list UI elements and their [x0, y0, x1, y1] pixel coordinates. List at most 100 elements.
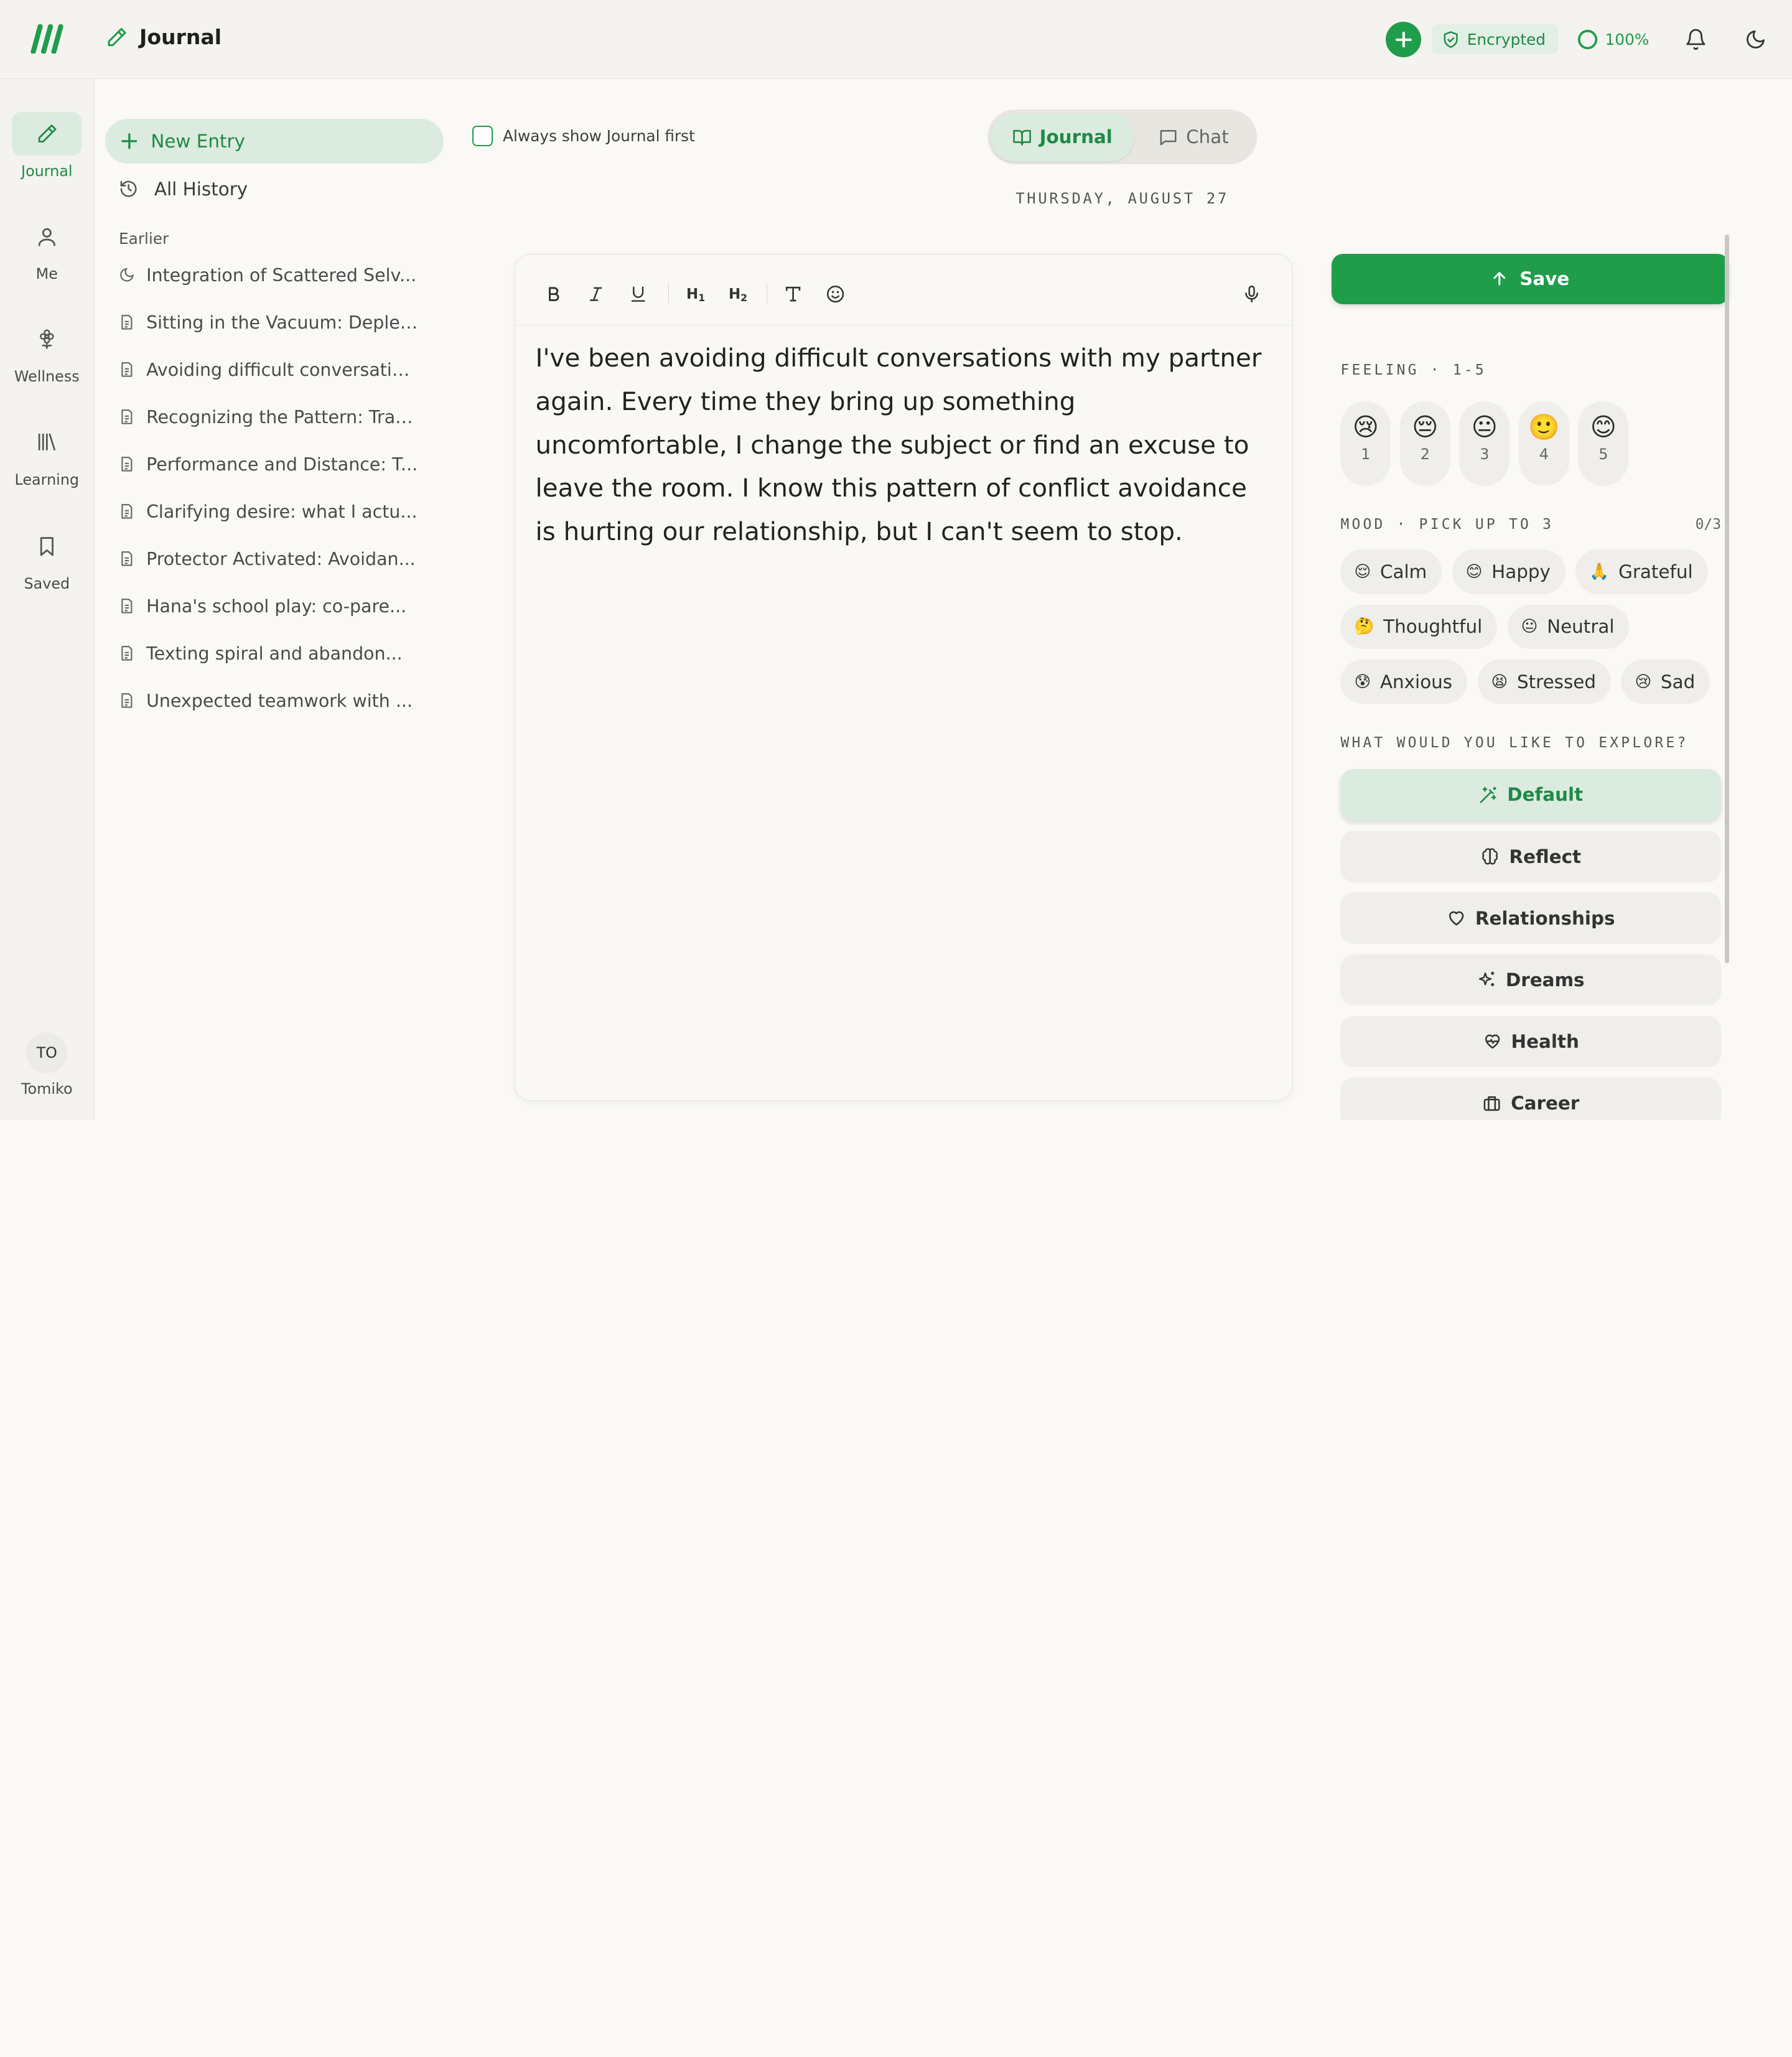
document-icon — [119, 598, 135, 614]
list-item[interactable]: Hana's school play: co-pare... — [119, 582, 427, 630]
emoji-relieved-icon: 😌 — [1354, 562, 1371, 582]
always-show-journal-toggle[interactable]: Always show Journal first — [472, 126, 695, 147]
notifications-button[interactable] — [1682, 26, 1710, 53]
mood-chip-sad[interactable]: 😢 Sad — [1621, 659, 1710, 704]
emoji-button[interactable] — [826, 281, 845, 308]
heading-2-button[interactable]: H2 — [729, 281, 747, 308]
rail-label: Me — [35, 265, 58, 283]
explore-career-button[interactable]: Career — [1340, 1077, 1722, 1120]
feeling-scale: 😢 1 😔 2 😐 3 🙂 4 😊 5 — [1340, 401, 1629, 486]
list-item[interactable]: Integration of Scattered Selv... — [119, 251, 427, 299]
panel-scrollbar[interactable] — [1724, 234, 1729, 964]
underline-button[interactable] — [629, 281, 647, 308]
shield-check-icon — [1442, 30, 1460, 49]
list-item[interactable]: Clarifying desire: what I actu... — [119, 488, 427, 535]
smiley-icon — [826, 284, 845, 304]
rail-label: Learning — [14, 470, 80, 488]
text-style-button[interactable] — [783, 281, 803, 308]
app-title-group: Journal — [105, 25, 222, 49]
dictate-button[interactable] — [1242, 281, 1261, 308]
mood-count: 0/3 — [1695, 516, 1722, 533]
heading-1-button[interactable]: H1 — [686, 281, 705, 308]
feeling-value: 5 — [1598, 445, 1608, 464]
list-item[interactable]: Avoiding difficult conversatio... — [119, 346, 427, 393]
all-history-link[interactable]: All History — [119, 179, 248, 200]
entry-title: Recognizing the Pattern: Trac... — [146, 406, 419, 427]
journal-editor: H1 H2 I've been avoiding difficult conve… — [514, 253, 1293, 1101]
rail-item-wellness[interactable]: Wellness — [0, 318, 94, 385]
italic-icon — [587, 285, 605, 303]
emoji-tired-icon: 😫 — [1491, 672, 1508, 691]
emoji-pensive-icon: 😔 — [1412, 412, 1439, 442]
all-history-label: All History — [154, 178, 248, 200]
toolbar-divider — [766, 282, 768, 304]
add-button[interactable] — [1386, 21, 1422, 57]
emoji-crying-icon: 😢 — [1635, 672, 1652, 691]
mood-chip-anxious[interactable]: 😰 Anxious — [1340, 659, 1467, 704]
underline-icon — [629, 285, 647, 303]
pencil-icon — [35, 123, 58, 146]
top-bar: Journal Encrypted 100% — [0, 0, 1792, 79]
list-item[interactable]: Protector Activated: Avoidan... — [119, 535, 427, 582]
user-name: Tomiko — [21, 1080, 73, 1098]
app-logo[interactable] — [30, 24, 64, 54]
document-icon — [119, 361, 135, 378]
explore-health-button[interactable]: Health — [1340, 1015, 1722, 1068]
emoji-pray-icon: 🙏 — [1589, 562, 1610, 582]
explore-dreams-button[interactable]: Dreams — [1340, 954, 1722, 1006]
mood-chip-calm[interactable]: 😌 Calm — [1340, 549, 1442, 595]
rail-item-learning[interactable]: Learning — [0, 421, 94, 488]
tab-chat[interactable]: Chat — [1134, 113, 1254, 161]
rail-item-me[interactable]: Me — [0, 215, 94, 282]
feeling-option-2[interactable]: 😔 2 — [1399, 401, 1450, 486]
list-item[interactable]: Sitting in the Vacuum: Deplet... — [119, 299, 427, 346]
list-item[interactable]: Unexpected teamwork with ... — [119, 677, 427, 724]
toolbar-divider — [668, 282, 670, 304]
tab-label: Journal — [1039, 126, 1113, 148]
save-button[interactable]: Save — [1331, 253, 1729, 304]
mood-chip-stressed[interactable]: 😫 Stressed — [1477, 659, 1611, 704]
feeling-option-3[interactable]: 😐 3 — [1459, 401, 1510, 486]
entries-sidebar: New Entry All History Earlier Integratio… — [95, 79, 455, 1120]
explore-reflect-button[interactable]: Reflect — [1340, 831, 1722, 882]
document-icon — [119, 456, 135, 472]
feeling-option-1[interactable]: 😢 1 — [1340, 401, 1391, 486]
theme-toggle-button[interactable] — [1742, 26, 1769, 53]
rail-item-journal[interactable]: Journal — [0, 111, 94, 180]
feeling-value: 3 — [1480, 445, 1490, 464]
emoji-smile-icon: 😊 — [1465, 562, 1483, 582]
bold-button[interactable] — [544, 281, 562, 308]
explore-options: Default Reflect Relationships Dreams Hea… — [1340, 769, 1722, 1120]
mode-switcher: Journal Chat — [987, 110, 1258, 165]
entry-title: Performance and Distance: T... — [146, 454, 418, 475]
encrypted-badge: Encrypted — [1431, 24, 1559, 55]
emoji-smile-icon: 😊 — [1590, 412, 1617, 442]
list-item[interactable]: Performance and Distance: T... — [119, 441, 427, 488]
mood-chip-happy[interactable]: 😊 Happy — [1452, 549, 1566, 595]
entry-title: Avoiding difficult conversatio... — [146, 359, 419, 380]
rail-item-saved[interactable]: Saved — [0, 525, 94, 592]
mood-label: Anxious — [1379, 671, 1453, 693]
feeling-option-4[interactable]: 🙂 4 — [1518, 401, 1569, 486]
mood-chip-thoughtful[interactable]: 🤔 Thoughtful — [1340, 604, 1498, 650]
tab-journal[interactable]: Journal — [991, 113, 1134, 161]
briefcase-icon — [1482, 1094, 1501, 1113]
explore-default-button[interactable]: Default — [1340, 769, 1722, 821]
new-entry-button[interactable]: New Entry — [105, 119, 444, 164]
emoji-slight-smile-icon: 🙂 — [1528, 412, 1560, 442]
list-item[interactable]: Recognizing the Pattern: Trac... — [119, 393, 427, 441]
entry-text-area[interactable]: I've been avoiding difficult conversatio… — [515, 325, 1292, 566]
explore-relationships-button[interactable]: Relationships — [1340, 892, 1722, 945]
new-entry-label: New Entry — [151, 130, 245, 152]
mood-chip-neutral[interactable]: 😐 Neutral — [1507, 604, 1630, 650]
explore-label: Relationships — [1475, 907, 1615, 929]
explore-label: Health — [1511, 1031, 1579, 1053]
entry-title: Hana's school play: co-pare... — [146, 595, 407, 617]
list-item[interactable]: Texting spiral and abandon... — [119, 630, 427, 677]
feeling-option-5[interactable]: 😊 5 — [1578, 401, 1629, 486]
italic-button[interactable] — [587, 281, 605, 308]
avatar[interactable]: TO — [26, 1032, 68, 1073]
mood-chip-grateful[interactable]: 🙏 Grateful — [1575, 549, 1708, 595]
wand-icon — [1478, 785, 1498, 805]
always-show-checkbox[interactable] — [472, 126, 493, 147]
